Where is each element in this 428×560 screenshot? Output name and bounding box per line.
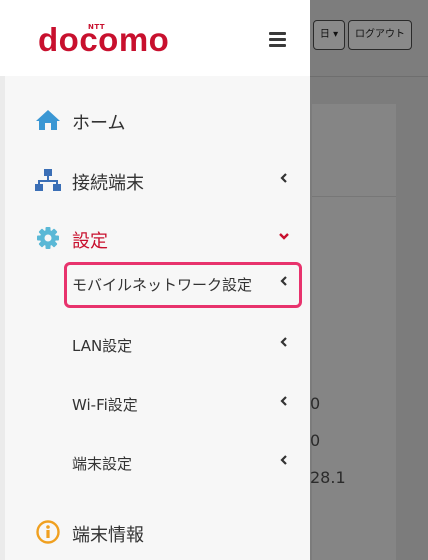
menu-item-label: ホーム [72,113,126,134]
background-text-fragment: 0 [310,394,321,413]
background-card [312,104,396,560]
logout-button[interactable]: ログアウト [348,20,412,50]
menu-item-home[interactable]: ホーム [0,100,310,140]
submenu-item-lan-settings[interactable]: LAN設定 [0,324,310,364]
home-icon [36,110,60,130]
menu-item-connected-devices[interactable]: 接続端末 [0,160,310,200]
background-text-fragment: 0 [310,431,321,450]
submenu-item-label: モバイルネットワーク設定 [72,276,253,294]
navigation-drawer: NTT docomo ホーム 接続端末 設定 モバイルネットワーク設定 LAN設… [0,0,310,560]
docomo-logo[interactable]: docomo [38,22,169,58]
chevron-left-icon [280,337,287,347]
submenu-item-label: LAN設定 [72,337,133,355]
chevron-down-icon [279,233,289,240]
submenu-item-label: 端末設定 [72,455,133,473]
submenu-item-wifi-settings[interactable]: Wi-Fi設定 [0,383,310,423]
background-text-fragment: 28.1 [310,468,346,487]
hamburger-menu-icon[interactable] [267,30,289,48]
chevron-left-icon [280,173,287,183]
info-icon [36,520,60,544]
gear-icon [37,227,59,249]
chevron-left-icon [280,455,287,465]
chevron-left-icon [280,396,287,406]
submenu-item-mobile-network-settings[interactable]: モバイルネットワーク設定 [0,263,310,303]
menu-item-settings[interactable]: 設定 [0,218,310,258]
chevron-left-icon [280,276,287,286]
menu-item-label: 接続端末 [72,173,144,194]
menu-item-device-info[interactable]: 端末情報 [0,512,310,552]
submenu-item-label: Wi-Fi設定 [72,396,138,414]
language-select-button[interactable]: 日 ▾ [313,20,345,50]
menu-item-label: 設定 [72,231,108,252]
submenu-item-device-settings[interactable]: 端末設定 [0,442,310,482]
background-card-divider [312,196,396,197]
drawer-header: NTT docomo [0,0,310,76]
network-icon [35,169,61,191]
side-menu: ホーム 接続端末 設定 モバイルネットワーク設定 LAN設定 Wi-Fi設定 端… [0,76,310,560]
menu-item-label: 端末情報 [72,525,144,546]
